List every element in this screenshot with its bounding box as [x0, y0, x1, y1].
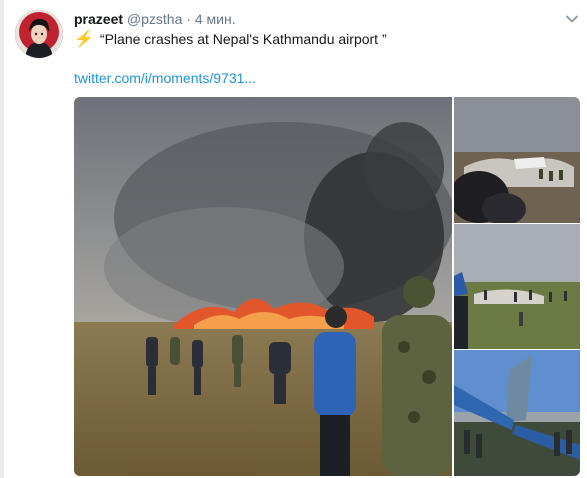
avatar[interactable]: [15, 10, 63, 58]
photo-main-crash-fire[interactable]: [74, 97, 452, 476]
tweet-header: prazeet @pzstha · 4 мин.: [74, 11, 236, 27]
photo-tail-section[interactable]: [454, 350, 580, 476]
timeline-border: [0, 0, 4, 478]
display-name[interactable]: prazeet: [74, 11, 123, 27]
separator-dot: ·: [186, 11, 191, 27]
tweet-text: ⚡ “Plane crashes at Nepal's Kathmandu air…: [74, 30, 387, 49]
chevron-down-icon[interactable]: [565, 12, 579, 26]
photo-wreckage-field[interactable]: [454, 224, 580, 349]
lightning-icon: ⚡: [74, 31, 94, 48]
timestamp[interactable]: 4 мин.: [195, 11, 236, 27]
tweet-text-content: “Plane crashes at Nepal's Kathmandu airp…: [99, 31, 387, 47]
media-grid: [74, 97, 580, 476]
moment-link[interactable]: twitter.com/i/moments/9731...: [74, 69, 256, 87]
photo-wreckage-aerial[interactable]: [454, 97, 580, 223]
user-handle[interactable]: @pzstha: [127, 11, 182, 27]
tweet-card[interactable]: prazeet @pzstha · 4 мин. ⚡ “Plane crashes…: [0, 0, 587, 478]
